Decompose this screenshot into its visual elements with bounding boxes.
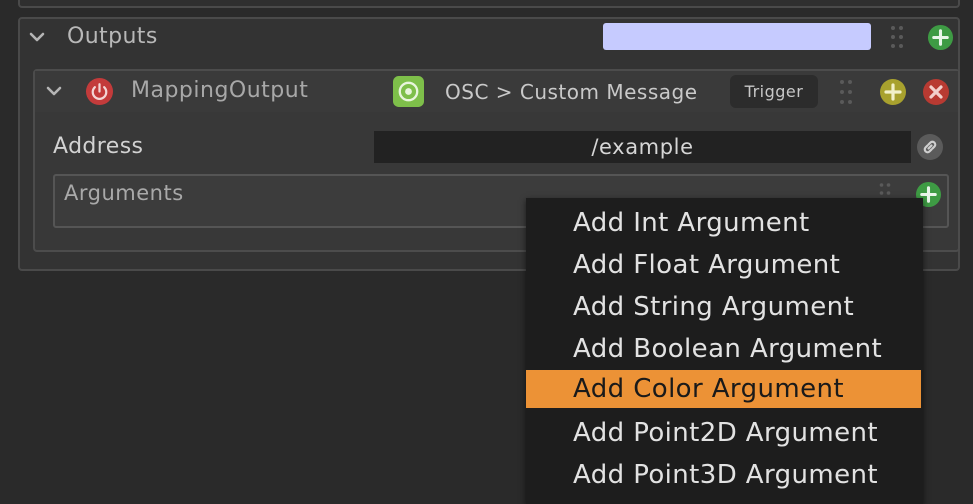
previous-panel-edge <box>18 0 960 8</box>
add-icon[interactable] <box>879 78 907 106</box>
add-argument-menu: Add Int Argument Add Float Argument Add … <box>526 198 923 504</box>
menu-item-add-color[interactable]: Add Color Argument <box>526 370 921 408</box>
outputs-title: Outputs <box>67 24 158 49</box>
mapping-output-title: MappingOutput <box>131 78 309 103</box>
link-icon[interactable] <box>916 133 944 161</box>
drag-handle-icon[interactable] <box>889 24 905 50</box>
menu-item-add-point3d[interactable]: Add Point3D Argument <box>526 454 921 496</box>
menu-item-add-int[interactable]: Add Int Argument <box>526 202 921 244</box>
address-label: Address <box>53 134 144 159</box>
menu-item-add-float[interactable]: Add Float Argument <box>526 244 921 286</box>
osc-icon <box>393 76 424 107</box>
protocol-label: OSC > Custom Message <box>445 80 698 104</box>
power-icon[interactable] <box>85 77 114 106</box>
outputs-color-swatch[interactable] <box>603 23 871 50</box>
add-output-icon[interactable] <box>927 24 954 51</box>
arguments-label: Arguments <box>64 181 184 205</box>
trigger-button[interactable]: Trigger <box>730 75 818 108</box>
menu-item-add-point2d[interactable]: Add Point2D Argument <box>526 412 921 454</box>
drag-handle-icon[interactable] <box>838 78 854 106</box>
chevron-down-icon[interactable] <box>28 28 46 46</box>
menu-item-add-boolean[interactable]: Add Boolean Argument <box>526 328 921 370</box>
menu-item-add-string[interactable]: Add String Argument <box>526 286 921 328</box>
chevron-down-icon[interactable] <box>45 82 63 100</box>
address-field[interactable]: /example <box>374 131 911 163</box>
remove-icon[interactable] <box>922 78 950 106</box>
